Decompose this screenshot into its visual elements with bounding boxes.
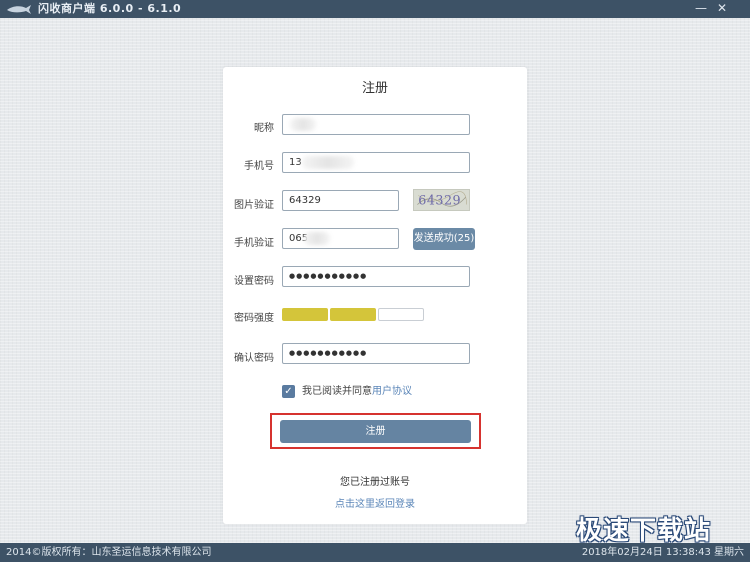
- password-value: ●●●●●●●●●●●: [289, 272, 368, 280]
- close-button[interactable]: ✕: [713, 0, 731, 18]
- phone-label: 手机号: [244, 161, 274, 172]
- shark-logo-icon: [7, 5, 31, 14]
- confirm-password-input[interactable]: ●●●●●●●●●●●: [282, 343, 470, 364]
- agree-label: 我已阅读并同意: [302, 386, 372, 397]
- copyright-text: 2014©版权所有：山东圣运信息技术有限公司: [6, 547, 212, 558]
- redacted-mask: [290, 118, 316, 131]
- captcha-label: 图片验证: [234, 200, 274, 211]
- phone-value: 13: [289, 157, 302, 168]
- strength-segment: [330, 308, 376, 321]
- redacted-mask: [304, 232, 330, 245]
- sms-code-input[interactable]: 065: [282, 228, 399, 249]
- strength-segment: [378, 308, 424, 321]
- redacted-mask: [302, 156, 354, 169]
- agree-checkbox[interactable]: ✓: [282, 385, 295, 398]
- user-agreement-link[interactable]: 用户协议: [372, 386, 412, 397]
- back-to-login-link[interactable]: 点击这里返回登录: [223, 495, 527, 510]
- strength-label: 密码强度: [234, 313, 274, 324]
- already-registered-text: 您已注册过账号: [340, 477, 410, 488]
- title-bar[interactable]: 闪收商户端 6.0.0 - 6.1.0 — ✕: [0, 0, 750, 18]
- checkmark-icon: ✓: [284, 386, 293, 397]
- nickname-label: 昵称: [254, 123, 274, 134]
- confirm-password-value: ●●●●●●●●●●●: [289, 349, 368, 357]
- app-title: 闪收商户端 6.0.0 - 6.1.0: [38, 2, 182, 15]
- captcha-text: 64329: [418, 193, 461, 208]
- watermark: 极速下载站: [576, 516, 712, 546]
- minimize-button[interactable]: —: [692, 0, 710, 18]
- register-button[interactable]: 注册: [280, 420, 471, 443]
- agreement-text: 我已阅读并同意用户协议: [302, 385, 412, 398]
- page-title: 注册: [361, 81, 388, 96]
- register-card: 注册: [223, 67, 527, 524]
- password-input[interactable]: ●●●●●●●●●●●: [282, 266, 470, 287]
- captcha-image[interactable]: 64329: [413, 189, 470, 211]
- send-sms-button[interactable]: 发送成功(25): [413, 228, 475, 250]
- sms-label: 手机验证: [234, 238, 274, 249]
- strength-segment: [282, 308, 328, 321]
- password-label: 设置密码: [234, 276, 274, 287]
- captcha-input[interactable]: 64329: [282, 190, 399, 211]
- datetime-text: 2018年02月24日 13:38:43 星期六: [581, 547, 744, 558]
- confirm-password-label: 确认密码: [234, 353, 274, 364]
- status-bar: 2014©版权所有：山东圣运信息技术有限公司 2018年02月24日 13:38…: [0, 543, 750, 562]
- captcha-value: 64329: [289, 195, 321, 206]
